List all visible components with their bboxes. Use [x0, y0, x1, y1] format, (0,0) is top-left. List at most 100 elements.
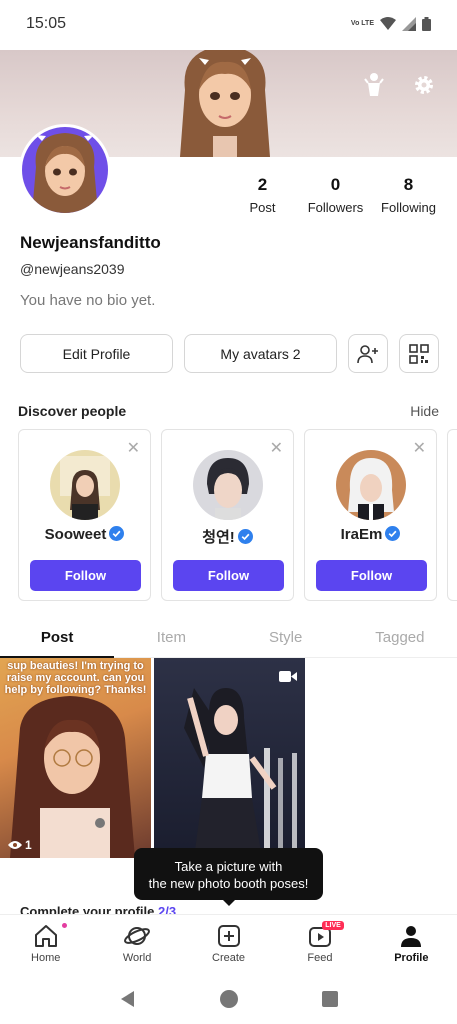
verified-icon	[385, 526, 401, 541]
gear-icon	[415, 76, 433, 94]
create-plus-icon	[217, 925, 240, 947]
suggested-user-card-partial[interactable]	[447, 429, 457, 601]
qr-code-button[interactable]	[399, 334, 439, 373]
nav-create[interactable]: Create	[183, 915, 274, 974]
planet-icon	[124, 927, 151, 945]
follow-button[interactable]: Follow	[316, 560, 427, 591]
profile-icon	[401, 926, 422, 947]
battery-icon	[422, 17, 431, 31]
post-caption: sup beauties! I'm trying to raise my acc…	[4, 660, 147, 696]
add-friend-button[interactable]	[348, 334, 388, 373]
tab-post[interactable]: Post	[0, 620, 115, 658]
edit-profile-button[interactable]: Edit Profile	[20, 334, 173, 373]
stat-label: Following	[381, 200, 436, 215]
system-navigation	[0, 974, 457, 1024]
close-icon[interactable]: ✕	[413, 438, 426, 458]
live-badge: LIVE	[322, 921, 344, 930]
nav-label: Profile	[394, 952, 429, 964]
close-icon[interactable]: ✕	[270, 438, 283, 458]
nav-profile[interactable]: Profile	[366, 915, 457, 974]
post-view-count: 1	[8, 838, 32, 852]
bottom-navigation: Home World Create LIVE Feed Profile	[0, 914, 457, 974]
bio-text: You have no bio yet.	[20, 292, 156, 309]
nav-feed[interactable]: LIVE Feed	[274, 915, 365, 974]
post-thumbnail[interactable]: sup beauties! I'm trying to raise my acc…	[0, 658, 151, 858]
suggested-user-avatar-image	[50, 450, 120, 520]
stat-posts[interactable]: 2 Post	[226, 175, 299, 215]
verified-icon	[237, 529, 253, 544]
discover-cards: ✕ Sooweet Follow ✕ 청연! Follow ✕ IraEm Fo…	[18, 429, 457, 601]
back-icon[interactable]	[119, 990, 137, 1008]
nav-label: Feed	[307, 952, 333, 964]
status-icons: Vo LTE	[351, 17, 431, 31]
suggested-user-card[interactable]: ✕ 청연! Follow	[161, 429, 294, 601]
tab-tagged[interactable]: Tagged	[343, 620, 457, 657]
create-tooltip: Take a picture with the new photo booth …	[134, 848, 323, 906]
eye-icon	[8, 841, 22, 849]
avatar-pose-icon	[364, 73, 384, 96]
profile-actions: Edit Profile My avatars 2	[20, 334, 439, 373]
post-thumbnail[interactable]	[154, 658, 305, 858]
post-grid: sup beauties! I'm trying to raise my acc…	[0, 658, 305, 858]
suggested-user-card[interactable]: ✕ Sooweet Follow	[18, 429, 151, 601]
suggested-user-name: IraEm	[305, 526, 436, 543]
volte-indicator: Vo LTE	[350, 20, 374, 27]
suggested-user-avatar	[336, 450, 406, 520]
signal-icon	[402, 17, 416, 31]
settings-button[interactable]	[411, 72, 437, 98]
avatar-pose-button[interactable]	[361, 72, 387, 98]
stat-label: Followers	[307, 200, 364, 215]
tooltip-line: Take a picture with	[174, 859, 283, 874]
home-circle-icon[interactable]	[219, 989, 239, 1009]
view-count-text: 1	[25, 838, 32, 852]
display-name: Newjeansfanditto	[20, 233, 161, 252]
discover-people-title: Discover people	[18, 403, 127, 419]
user-handle: @newjeans2039	[20, 261, 125, 277]
stat-following[interactable]: 8 Following	[372, 175, 445, 215]
recents-icon[interactable]	[321, 990, 339, 1008]
qr-code-icon	[409, 343, 429, 364]
close-icon[interactable]: ✕	[127, 438, 140, 458]
stat-value: 2	[257, 175, 268, 194]
content-tabs: Post Item Style Tagged	[0, 620, 457, 658]
profile-avatar[interactable]	[19, 124, 111, 216]
nav-label: Home	[31, 952, 61, 964]
suggested-user-name: Sooweet	[19, 526, 150, 543]
stat-label: Post	[249, 200, 276, 215]
wifi-icon	[380, 17, 396, 30]
my-avatars-button[interactable]: My avatars 2	[184, 334, 337, 373]
suggested-user-name-text: IraEm	[340, 526, 383, 543]
nav-world[interactable]: World	[91, 915, 182, 974]
tab-style[interactable]: Style	[229, 620, 343, 657]
notification-dot	[62, 923, 67, 928]
follow-button[interactable]: Follow	[30, 560, 141, 591]
post-image	[184, 688, 297, 858]
suggested-user-card[interactable]: ✕ IraEm Follow	[304, 429, 437, 601]
suggested-user-name-text: 청연!	[202, 529, 235, 546]
follow-button[interactable]: Follow	[173, 560, 284, 591]
status-time: 15:05	[26, 15, 67, 32]
suggested-user-avatar	[50, 450, 120, 520]
suggested-user-avatar-image	[336, 450, 406, 520]
stat-value: 0	[330, 175, 341, 194]
suggested-user-name-text: Sooweet	[44, 526, 107, 543]
discover-hide-button[interactable]: Hide	[410, 403, 439, 419]
video-icon	[279, 671, 297, 682]
nav-label: Create	[212, 952, 246, 964]
tooltip-line: the new photo booth poses!	[148, 876, 309, 891]
tab-item[interactable]: Item	[114, 620, 228, 657]
suggested-user-avatar-image	[193, 450, 263, 520]
nav-label: World	[122, 952, 152, 964]
add-user-icon	[357, 344, 378, 363]
suggested-user-avatar	[193, 450, 263, 520]
profile-avatar-image	[32, 133, 98, 213]
verified-icon	[109, 526, 125, 541]
nav-home[interactable]: Home	[0, 915, 91, 974]
status-bar: 15:05 Vo LTE	[0, 0, 457, 48]
stat-followers[interactable]: 0 Followers	[299, 175, 372, 215]
suggested-user-name: 청연!	[162, 526, 293, 547]
profile-stats: 2 Post 0 Followers 8 Following	[226, 175, 445, 215]
stat-value: 8	[403, 175, 414, 194]
home-icon	[34, 925, 57, 947]
banner-avatar-image	[180, 50, 270, 157]
